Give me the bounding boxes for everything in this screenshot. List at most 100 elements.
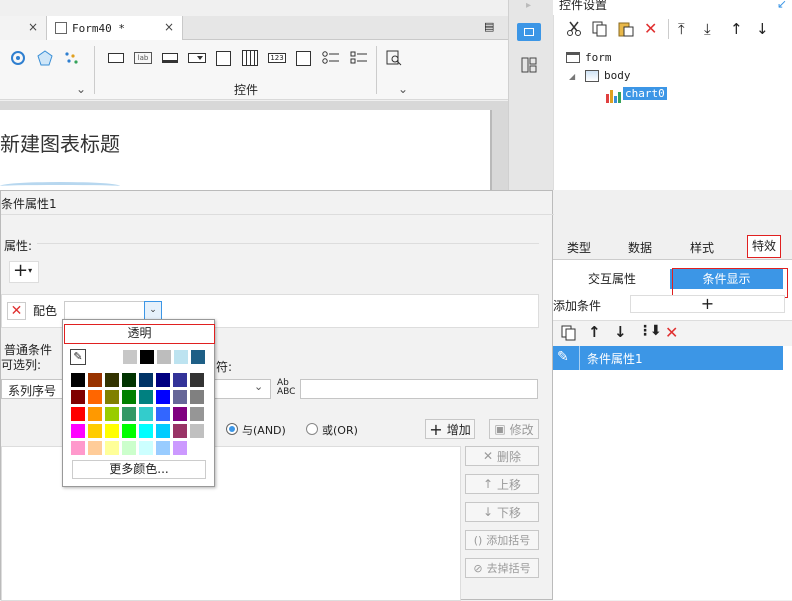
color-swatch[interactable] [70, 372, 86, 388]
tree-node-body[interactable]: body [604, 69, 631, 82]
color-swatch[interactable] [121, 440, 137, 456]
chart-gauge-icon[interactable] [10, 50, 28, 66]
chart-title[interactable]: 新建图表标题 [0, 128, 120, 157]
add-attr-button[interactable]: +▾ [9, 261, 39, 283]
tab-effects[interactable]: 特效 [747, 235, 781, 258]
copy-icon[interactable] [561, 325, 577, 344]
expand-group-chevron[interactable]: ⌄ [398, 82, 408, 96]
radio-group-icon[interactable] [322, 50, 340, 66]
tab-style[interactable]: 样式 [690, 239, 714, 256]
move-top-icon[interactable]: ⤒ [678, 20, 685, 38]
color-swatch[interactable] [70, 423, 86, 439]
color-swatch[interactable] [138, 440, 154, 456]
color-swatch[interactable] [104, 406, 120, 422]
textarea-control-icon[interactable] [296, 51, 311, 66]
color-swatch[interactable] [138, 423, 154, 439]
color-swatch[interactable] [190, 349, 206, 365]
color-swatch[interactable] [121, 423, 137, 439]
delete-icon[interactable]: ✕ [644, 21, 657, 37]
chart-radar-icon[interactable] [37, 50, 55, 66]
scroll-arrow-icon[interactable]: ▸ [526, 0, 531, 11]
combobox-control-icon[interactable] [188, 53, 206, 63]
value-input[interactable] [300, 379, 538, 399]
color-swatch[interactable] [104, 389, 120, 405]
collapse-arrow-icon[interactable]: ◢ [569, 72, 575, 81]
color-swatch[interactable] [70, 406, 86, 422]
color-swatch[interactable] [105, 349, 121, 365]
color-swatch[interactable] [172, 440, 188, 456]
copy-icon[interactable] [592, 21, 608, 40]
property-panel-toggle[interactable] [517, 23, 541, 41]
move-up-icon[interactable]: ↑ [730, 20, 743, 38]
tree-node-chart[interactable]: chart0 [623, 87, 667, 100]
move-down-icon[interactable]: ↓ [756, 20, 769, 38]
color-swatch[interactable] [87, 423, 103, 439]
color-swatch[interactable] [138, 406, 154, 422]
date-control-icon[interactable] [242, 50, 258, 66]
number-control-icon[interactable]: 123 [268, 53, 286, 63]
color-swatch[interactable] [121, 389, 137, 405]
add-condition-button[interactable]: + [630, 295, 785, 313]
color-swatch[interactable] [104, 423, 120, 439]
color-swatch[interactable] [189, 423, 205, 439]
color-swatch[interactable] [172, 372, 188, 388]
color-swatch[interactable] [155, 440, 171, 456]
color-swatch[interactable] [87, 440, 103, 456]
delete-btn[interactable]: ✕ 删除 [465, 446, 539, 466]
edit-pencil-icon[interactable]: ✎ [557, 349, 569, 365]
color-swatch[interactable] [87, 372, 103, 388]
color-dropdown-arrow[interactable]: ⌄ [144, 301, 162, 320]
textbox-control-icon[interactable]: lab [134, 52, 152, 64]
color-swatch[interactable] [121, 406, 137, 422]
add-condition-btn[interactable]: + 增加 [425, 419, 475, 439]
color-swatch[interactable] [138, 372, 154, 388]
color-swatch[interactable] [156, 349, 172, 365]
color-swatch[interactable] [87, 389, 103, 405]
color-swatch[interactable] [189, 440, 205, 456]
color-swatch[interactable] [155, 372, 171, 388]
subtab-interaction[interactable]: 交互属性 [555, 268, 669, 290]
input-control-icon[interactable] [162, 53, 178, 63]
eyedropper-icon[interactable]: ✎ [70, 349, 86, 365]
move-down-icon[interactable]: ↓ [614, 323, 627, 341]
color-swatch[interactable] [70, 389, 86, 405]
tab-previous[interactable]: × [0, 16, 47, 40]
color-swatch[interactable] [172, 423, 188, 439]
layout-panel-icon[interactable] [521, 57, 537, 76]
move-bottom-icon[interactable]: ⤓ [704, 20, 711, 38]
color-swatch[interactable] [104, 440, 120, 456]
color-swatch[interactable] [172, 406, 188, 422]
color-select[interactable] [64, 301, 146, 320]
add-bracket-btn[interactable]: () 添加括号 [465, 530, 539, 550]
paste-icon[interactable] [618, 21, 634, 40]
color-swatch[interactable] [121, 372, 137, 388]
tab-type[interactable]: 类型 [567, 239, 591, 256]
color-swatch[interactable] [155, 423, 171, 439]
color-swatch[interactable] [104, 372, 120, 388]
color-swatch[interactable] [189, 389, 205, 405]
remove-bracket-btn[interactable]: ⊘ 去掉括号 [465, 558, 539, 578]
color-swatch[interactable] [139, 349, 155, 365]
label-control-icon[interactable] [108, 53, 124, 63]
color-swatch[interactable] [189, 406, 205, 422]
and-radio[interactable] [226, 423, 238, 435]
chart-scatter-icon[interactable] [63, 50, 81, 66]
condition-row-selected[interactable]: ✎ 条件属性1 [553, 346, 783, 370]
delete-icon[interactable]: ✕ [665, 323, 678, 342]
color-swatch[interactable] [87, 406, 103, 422]
color-swatch[interactable] [172, 389, 188, 405]
listbox-control-icon[interactable] [216, 51, 231, 66]
formula-icon[interactable]: Ab ABC [277, 379, 295, 397]
color-swatch[interactable] [155, 389, 171, 405]
tab-data[interactable]: 数据 [628, 239, 652, 256]
tab-form40[interactable]: Form40 * × [47, 16, 183, 40]
remove-attr-icon[interactable]: ✕ [7, 302, 26, 320]
move-bottom-icon[interactable]: ⋮⬇ [638, 323, 662, 339]
search-control-icon[interactable] [386, 50, 404, 66]
expand-group-chevron[interactable]: ⌄ [76, 82, 86, 96]
modify-btn[interactable]: ▣ 修改 [489, 419, 539, 439]
close-tab-icon[interactable]: × [164, 20, 174, 34]
color-swatch[interactable] [155, 406, 171, 422]
move-up-icon[interactable]: ↑ [588, 323, 601, 341]
tree-node-form[interactable]: form [585, 51, 612, 64]
